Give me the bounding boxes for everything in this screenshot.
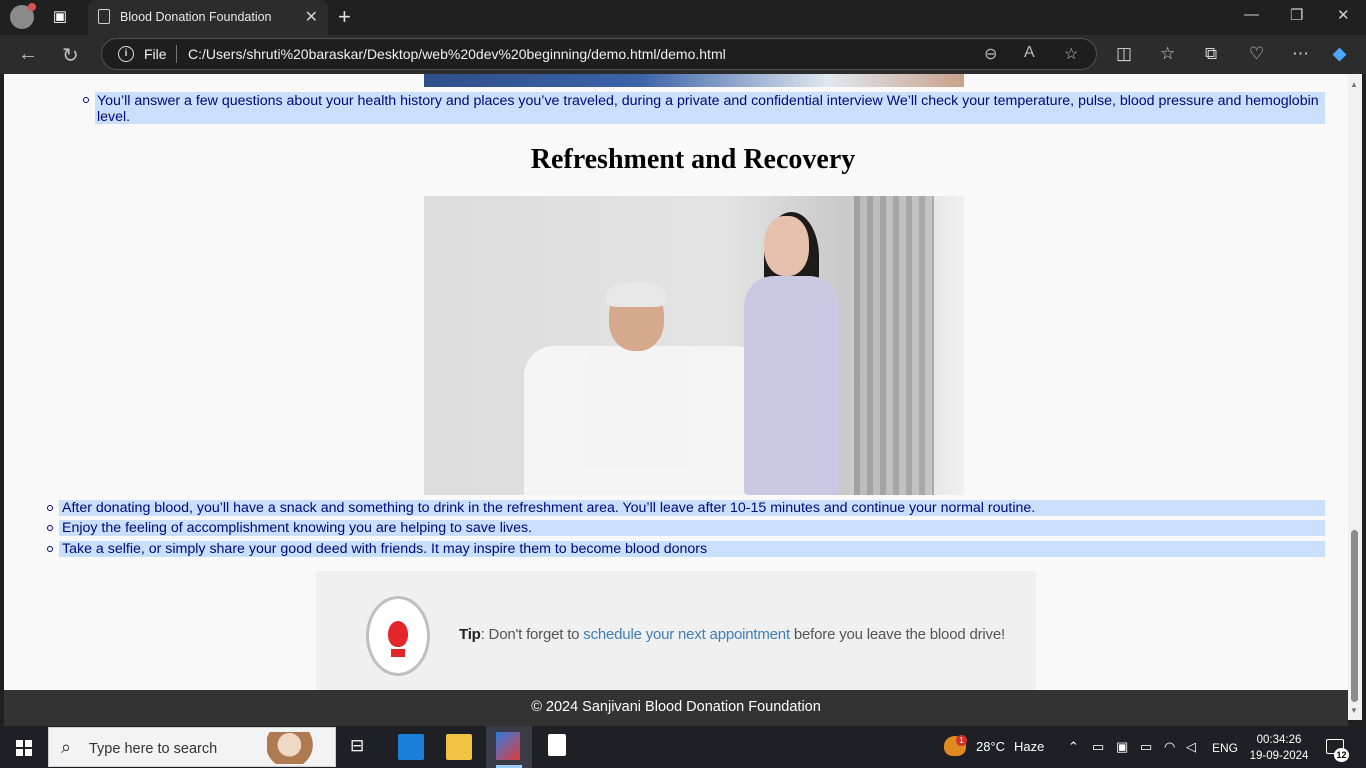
search-placeholder: Type here to search xyxy=(89,741,218,757)
camera-icon[interactable]: ▭ xyxy=(1092,739,1104,755)
list-bullet xyxy=(47,505,53,511)
tip-after: before you leave the blood drive! xyxy=(789,626,1005,643)
recovery-list-item: Enjoy the feeling of accomplishment know… xyxy=(59,520,1325,536)
address-scheme: File xyxy=(144,46,167,62)
photo-curtain xyxy=(854,196,934,495)
notepad-icon[interactable] xyxy=(548,734,566,756)
taskbar-search[interactable]: ⌕ Type here to search xyxy=(48,727,336,767)
list-bullet xyxy=(83,97,89,103)
window-close-icon[interactable]: ✕ xyxy=(1337,6,1350,24)
clock-date: 19-09-2024 xyxy=(1249,750,1309,762)
collections-icon[interactable]: ⧉ xyxy=(1205,44,1217,64)
task-view-icon[interactable]: ⊟ xyxy=(350,736,364,756)
restore-icon[interactable]: ❐ xyxy=(1290,6,1303,24)
scroll-down-icon[interactable]: ▼ xyxy=(1350,706,1358,715)
display-icon[interactable]: ▣ xyxy=(1116,739,1128,755)
search-icon: ⌕ xyxy=(61,737,72,757)
page-icon xyxy=(98,9,110,24)
tip-link[interactable]: schedule your next appointment xyxy=(583,626,790,643)
windows-start-icon[interactable] xyxy=(16,740,32,756)
new-tab-button[interactable]: + xyxy=(338,4,351,30)
list-bullet xyxy=(47,525,53,531)
taskbar: ⌕ Type here to search ⊟ 1 28°C Haze ⌃ ▭ … xyxy=(0,726,1366,768)
list-bullet xyxy=(47,546,53,552)
recovery-list-item: After donating blood, you’ll have a snac… xyxy=(59,500,1325,516)
window-edge xyxy=(1362,74,1366,720)
language-indicator[interactable]: ENG xyxy=(1212,741,1238,755)
close-tab-icon[interactable]: ✕ xyxy=(305,7,318,27)
battery-icon[interactable]: ▭ xyxy=(1140,739,1152,755)
notification-count: 12 xyxy=(1334,748,1349,762)
tip-before: : Don't forget to xyxy=(480,626,584,643)
address-url[interactable]: C:/Users/shruti%20baraskar/Desktop/web%2… xyxy=(188,46,726,62)
browser-toolbar: ← ↻ i File C:/Users/shruti%20baraskar/De… xyxy=(0,35,1366,74)
recovery-photo xyxy=(424,196,964,495)
scrollbar[interactable]: ▲ ▼ xyxy=(1348,74,1362,720)
tip-label: Tip xyxy=(459,626,481,643)
read-aloud-icon[interactable]: A xyxy=(1024,44,1035,62)
temperature[interactable]: 28°C xyxy=(976,739,1005,754)
tab-actions-icon[interactable]: ▣ xyxy=(50,8,70,26)
lightbulb-base xyxy=(391,649,405,657)
photo-patient-hair xyxy=(606,282,666,307)
browser-titlebar: ▣ Blood Donation Foundation ✕ + — ❐ ✕ xyxy=(0,0,1366,35)
refresh-icon[interactable]: ↻ xyxy=(62,43,79,68)
browser-app-icon[interactable] xyxy=(496,732,520,760)
weather-condition[interactable]: Haze xyxy=(1014,739,1044,754)
copilot-icon[interactable]: ◆ xyxy=(1333,44,1346,64)
search-highlight-image xyxy=(267,732,323,764)
zoom-icon[interactable]: ⊖ xyxy=(984,44,997,64)
favorite-star-icon[interactable]: ☆ xyxy=(1064,44,1078,64)
previous-section-image xyxy=(424,74,964,87)
browser-tab[interactable]: Blood Donation Foundation ✕ xyxy=(88,0,328,35)
tab-title: Blood Donation Foundation xyxy=(120,10,272,24)
page-viewport: You’ll answer a few questions about your… xyxy=(4,74,1348,690)
section-heading: Refreshment and Recovery xyxy=(530,144,856,175)
address-bar[interactable]: i File C:/Users/shruti%20baraskar/Deskto… xyxy=(101,38,1097,70)
site-info-icon[interactable]: i xyxy=(118,46,134,62)
back-icon[interactable]: ← xyxy=(18,43,38,66)
file-explorer-icon[interactable] xyxy=(446,734,472,760)
photo-patient-body xyxy=(584,346,694,466)
lightbulb-icon xyxy=(366,596,430,676)
clock[interactable]: 00:34:26 19-09-2024 xyxy=(1240,732,1318,764)
profile-avatar[interactable] xyxy=(10,3,36,29)
interview-list-item: You’ll answer a few questions about your… xyxy=(95,92,1325,125)
address-divider xyxy=(176,45,177,63)
favorites-icon[interactable]: ☆ xyxy=(1160,44,1175,64)
minimize-icon[interactable]: — xyxy=(1244,6,1259,23)
tip-text: Tip: Don't forget to schedule your next … xyxy=(459,626,1005,643)
mail-icon[interactable] xyxy=(398,734,424,760)
split-screen-icon[interactable]: ◫ xyxy=(1116,44,1132,64)
chevron-up-icon[interactable]: ⌃ xyxy=(1068,739,1079,755)
volume-icon[interactable]: ◁ xyxy=(1186,739,1196,755)
photo-nurse-body xyxy=(744,276,839,495)
photo-nurse-head xyxy=(764,216,809,276)
scrollbar-thumb[interactable] xyxy=(1351,530,1358,702)
wifi-icon[interactable]: ◠ xyxy=(1164,739,1175,755)
lightbulb-core xyxy=(388,621,408,647)
weather-badge: 1 xyxy=(956,735,967,746)
page-footer: © 2024 Sanjivani Blood Donation Foundati… xyxy=(4,690,1348,726)
recovery-list-item: Take a selfie, or simply share your good… xyxy=(59,541,1325,557)
tip-banner: Tip: Don't forget to schedule your next … xyxy=(316,571,1036,690)
browser-essentials-icon[interactable]: ♡ xyxy=(1249,44,1264,64)
clock-time: 00:34:26 xyxy=(1256,734,1302,746)
more-menu-icon[interactable]: ⋯ xyxy=(1292,44,1309,64)
scroll-up-icon[interactable]: ▲ xyxy=(1350,80,1358,89)
